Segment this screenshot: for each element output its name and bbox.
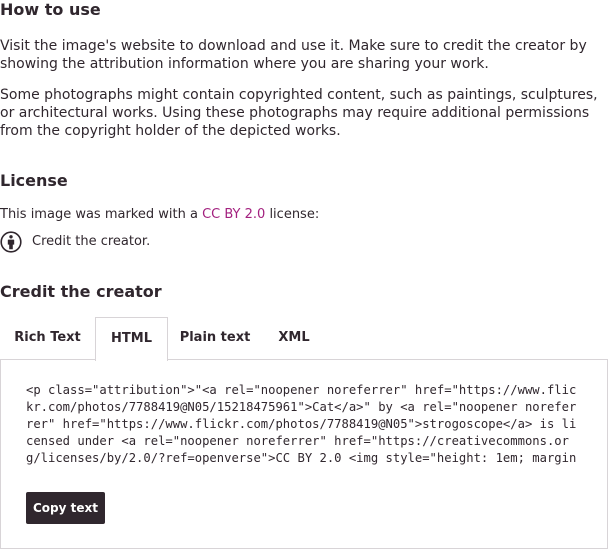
tab-rich-text[interactable]: Rich Text <box>0 317 95 359</box>
how-to-use-paragraph-2: Some photographs might contain copyright… <box>0 87 598 139</box>
copy-text-button[interactable]: Copy text <box>26 492 105 524</box>
tab-plain-text[interactable]: Plain text <box>168 317 262 359</box>
license-text-after: license: <box>265 207 320 222</box>
tab-html[interactable]: HTML <box>95 317 168 361</box>
credit-requirement-text: Credit the creator. <box>32 233 151 249</box>
attribution-tabs: Rich Text HTML Plain text XML <box>0 317 608 361</box>
license-statement: This image was marked with a CC BY 2.0 l… <box>0 206 319 223</box>
license-link[interactable]: CC BY 2.0 <box>202 207 265 222</box>
license-text-before: This image was marked with a <box>0 207 203 222</box>
credit-heading: Credit the creator <box>0 282 162 301</box>
attribution-code[interactable]: <p class="attribution">"<a rel="noopener… <box>26 382 578 466</box>
tab-xml[interactable]: XML <box>262 317 326 359</box>
attribution-panel: <p class="attribution">"<a rel="noopener… <box>0 359 608 549</box>
cc-by-icon <box>0 231 22 253</box>
how-to-use-heading: How to use <box>0 0 101 19</box>
license-element-row: Credit the creator. <box>0 230 151 253</box>
how-to-use-paragraph-1: Visit the image's website to download an… <box>0 38 587 72</box>
license-heading: License <box>0 171 68 190</box>
